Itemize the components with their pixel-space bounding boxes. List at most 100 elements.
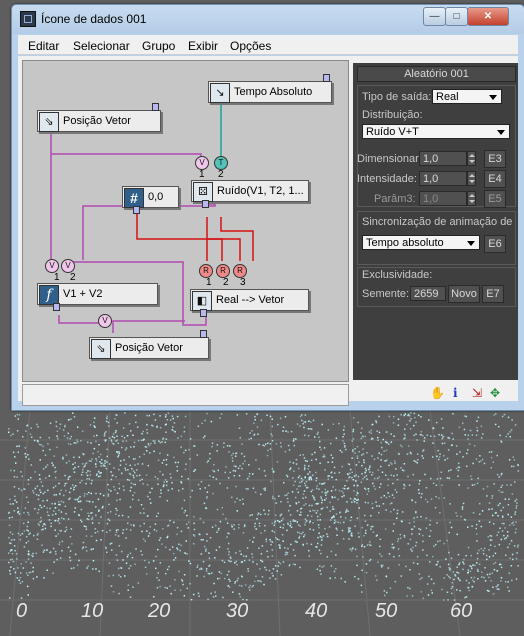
scale-spinner[interactable] [467,151,476,166]
port-number: 2 [70,272,76,283]
data-icon-window: Ícone de dados 001 — □ ✕ Editar Selecion… [11,4,524,411]
distribution-value: Ruído V+T [366,126,419,138]
node-output-port[interactable] [53,303,60,311]
node-ruido-label: Ruído(V1, T2, 1... [217,185,304,197]
node-output-port[interactable] [133,206,140,214]
convert-icon: ◧ [192,291,212,311]
port-v-ruido[interactable]: V [195,156,209,170]
distribution-select[interactable]: Ruído V+T [362,124,510,139]
e7-button[interactable]: E7 [482,285,504,303]
seed-label: Semente: [362,288,410,300]
port-v-soma-2[interactable]: V [61,259,75,273]
port-number: 1 [54,272,60,283]
axis-label: 30 [226,600,249,622]
port-r-conv-3[interactable]: R [233,264,247,278]
dice-icon: ⚄ [193,182,213,202]
node-constante-label: 0,0 [148,191,164,203]
intensity-spinner[interactable] [467,171,476,186]
node-tempo-absoluto[interactable]: ↘ Tempo Absoluto [208,81,332,103]
node-real-vetor[interactable]: ◧ Real --> Vetor [190,289,309,311]
node-soma[interactable]: f V1 + V2 [37,283,158,305]
node-canvas[interactable]: ↘ Tempo Absoluto ⇘ Posição Vetor V T 1 2… [22,60,349,382]
port-v-soma-1[interactable]: V [45,259,59,273]
app-icon [20,11,36,27]
new-seed-button[interactable]: Novo [448,285,480,303]
node-conv-label: Real --> Vetor [216,294,285,306]
e3-button[interactable]: E3 [484,150,506,168]
node-posicao-vetor-out[interactable]: ⇘ Posição Vetor [89,337,209,359]
axis-label: 20 [148,600,171,622]
node-tempo-label: Tempo Absoluto [234,86,313,98]
node-output-port[interactable] [200,330,207,338]
port-number: 1 [199,169,205,180]
node-posicao-in-label: Posição Vetor [63,115,131,127]
info-icon[interactable]: i [453,386,458,400]
chevron-down-icon [489,95,497,100]
port-r-conv-2[interactable]: R [216,264,230,278]
menu-editar[interactable]: Editar [28,39,59,53]
seed-input[interactable]: 2659 [410,286,446,301]
maximize-button[interactable]: □ [445,7,468,26]
node-constante[interactable]: # 0,0 [122,186,179,208]
scale-label: Dimensionar: [357,153,422,165]
port-v-posout[interactable]: V [98,314,112,328]
node-posicao-out-label: Posição Vetor [115,342,183,354]
position-arrow-icon: ⇘ [91,339,111,359]
node-posicao-vetor-in[interactable]: ⇘ Posição Vetor [37,110,161,132]
window-titlebar[interactable]: Ícone de dados 001 — □ ✕ [12,5,524,34]
minimize-button[interactable]: — [423,7,446,26]
axis-label: 60 [450,600,473,622]
param3-input[interactable]: 1,0 [419,191,467,206]
axis-label: 40 [305,600,328,622]
chevron-down-icon [467,241,475,246]
chevron-down-icon [497,130,505,135]
node-output-port[interactable] [152,103,159,111]
port-number: 1 [206,277,212,288]
window-title: Ícone de dados 001 [41,12,147,26]
intensity-input[interactable]: 1,0 [419,171,467,186]
port-r-conv-1[interactable]: R [199,264,213,278]
node-output-port[interactable] [323,74,330,82]
exclusivity-label: Exclusividade: [362,269,433,281]
cursor-icon[interactable]: ⇲ [472,386,482,400]
port-number: 2 [223,277,229,288]
sync-select[interactable]: Tempo absoluto [362,235,480,250]
distribution-label: Distribuição: [362,109,423,121]
port-t-ruido[interactable]: T [214,156,228,170]
e4-button[interactable]: E4 [484,170,506,188]
rollout-title[interactable]: Aleatório 001 [357,66,516,82]
sync-label: Sincronização de animação de [362,216,513,228]
output-type-select[interactable]: Real [432,89,502,104]
clock-arrow-icon: ↘ [210,83,230,103]
sync-value: Tempo absoluto [366,237,444,249]
close-button[interactable]: ✕ [467,7,509,26]
move-icon[interactable]: ✥ [490,386,500,400]
port-number: 2 [218,169,224,180]
menu-grupo[interactable]: Grupo [142,39,175,53]
node-output-port[interactable] [202,200,209,208]
scale-input[interactable]: 1,0 [419,151,467,166]
e5-button[interactable]: E5 [484,190,506,208]
intensity-label: Intensidade: [357,173,417,185]
position-arrow-icon: ⇘ [39,112,59,132]
node-soma-label: V1 + V2 [63,288,103,300]
e6-button[interactable]: E6 [484,235,506,253]
param3-spinner[interactable] [467,191,476,206]
param3-label: Parâm3: [374,193,416,205]
function-icon: f [39,285,59,305]
port-number: 3 [240,277,246,288]
wire-layer [50,103,254,333]
axis-label: 50 [375,600,398,622]
menu-opcoes[interactable]: Opções [230,39,271,53]
node-output-port[interactable] [200,309,207,317]
status-bar [22,384,349,406]
menu-exibir[interactable]: Exibir [188,39,218,53]
output-type-label: Tipo de saída: [362,91,432,103]
menu-bar: Editar Selecionar Grupo Exibir Opções [18,35,518,55]
menu-selecionar[interactable]: Selecionar [73,39,130,53]
axis-label: 0 [16,600,28,622]
hand-pan-icon[interactable]: ✋ [430,386,445,400]
axis-label: 10 [81,600,104,622]
output-type-value: Real [436,91,459,103]
node-ruido[interactable]: ⚄ Ruído(V1, T2, 1... [191,180,309,202]
